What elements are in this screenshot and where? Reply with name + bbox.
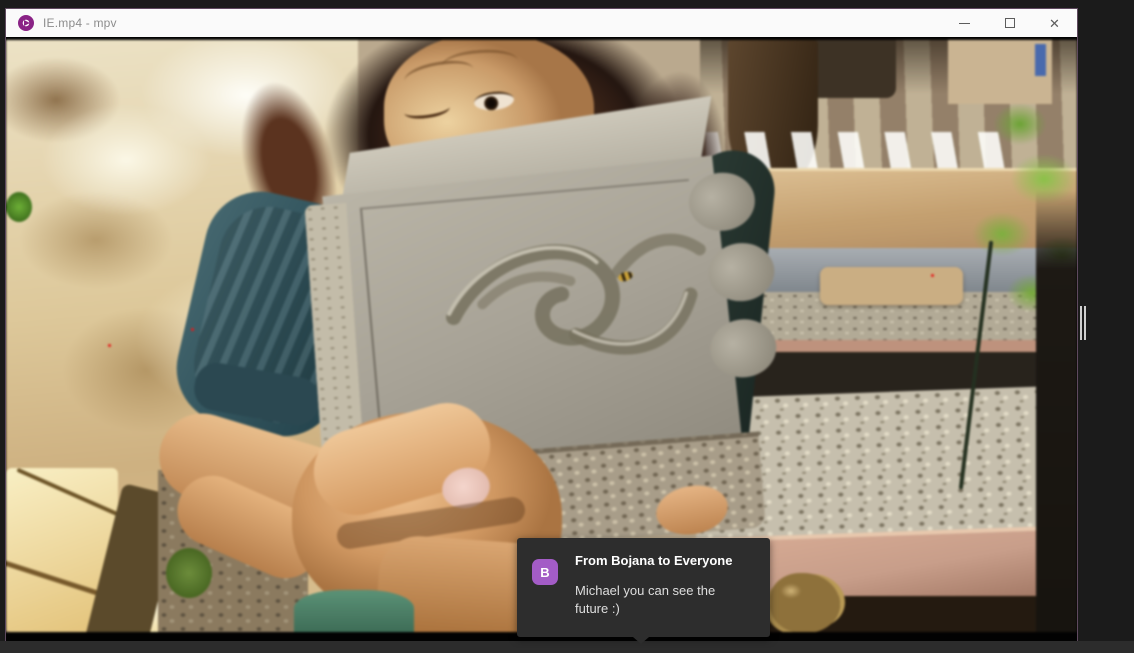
teal-clothing bbox=[294, 590, 414, 632]
handle-bar-icon bbox=[1084, 306, 1086, 340]
maximize-button[interactable] bbox=[987, 9, 1032, 37]
chat-notification-message: Michael you can see the future :) bbox=[575, 582, 737, 618]
red-artifact-dot bbox=[108, 344, 111, 347]
red-artifact-dot bbox=[191, 328, 194, 331]
shaded-corner bbox=[1036, 190, 1077, 632]
handle-bar-icon bbox=[1080, 306, 1082, 340]
sender-avatar: B bbox=[532, 559, 558, 585]
blue-object bbox=[1035, 44, 1046, 76]
window-titlebar[interactable]: IE.mp4 - mpv ✕ bbox=[6, 9, 1077, 37]
mpv-logo-icon bbox=[18, 15, 34, 31]
chat-notification-title: From Bojana to Everyone bbox=[575, 553, 732, 568]
window-controls: ✕ bbox=[942, 9, 1077, 37]
rope-coil bbox=[770, 573, 840, 632]
bottom-taskbar-strip bbox=[0, 641, 1134, 653]
maximize-icon bbox=[1005, 18, 1015, 28]
panel-resize-handle[interactable] bbox=[1080, 306, 1088, 340]
red-artifact-dot bbox=[931, 274, 934, 277]
grass-tuft bbox=[166, 548, 212, 598]
minimize-button[interactable] bbox=[942, 9, 987, 37]
chat-notification[interactable]: B From Bojana to Everyone Michael you ca… bbox=[517, 538, 770, 637]
close-button[interactable]: ✕ bbox=[1032, 9, 1077, 37]
close-icon: ✕ bbox=[1049, 17, 1060, 30]
inset-stone-slab bbox=[820, 267, 963, 305]
window-title: IE.mp4 - mpv bbox=[43, 16, 117, 30]
foliage-sprig bbox=[6, 192, 32, 222]
desktop-background: IE.mp4 - mpv ✕ bbox=[0, 0, 1134, 653]
minimize-icon bbox=[959, 23, 970, 24]
